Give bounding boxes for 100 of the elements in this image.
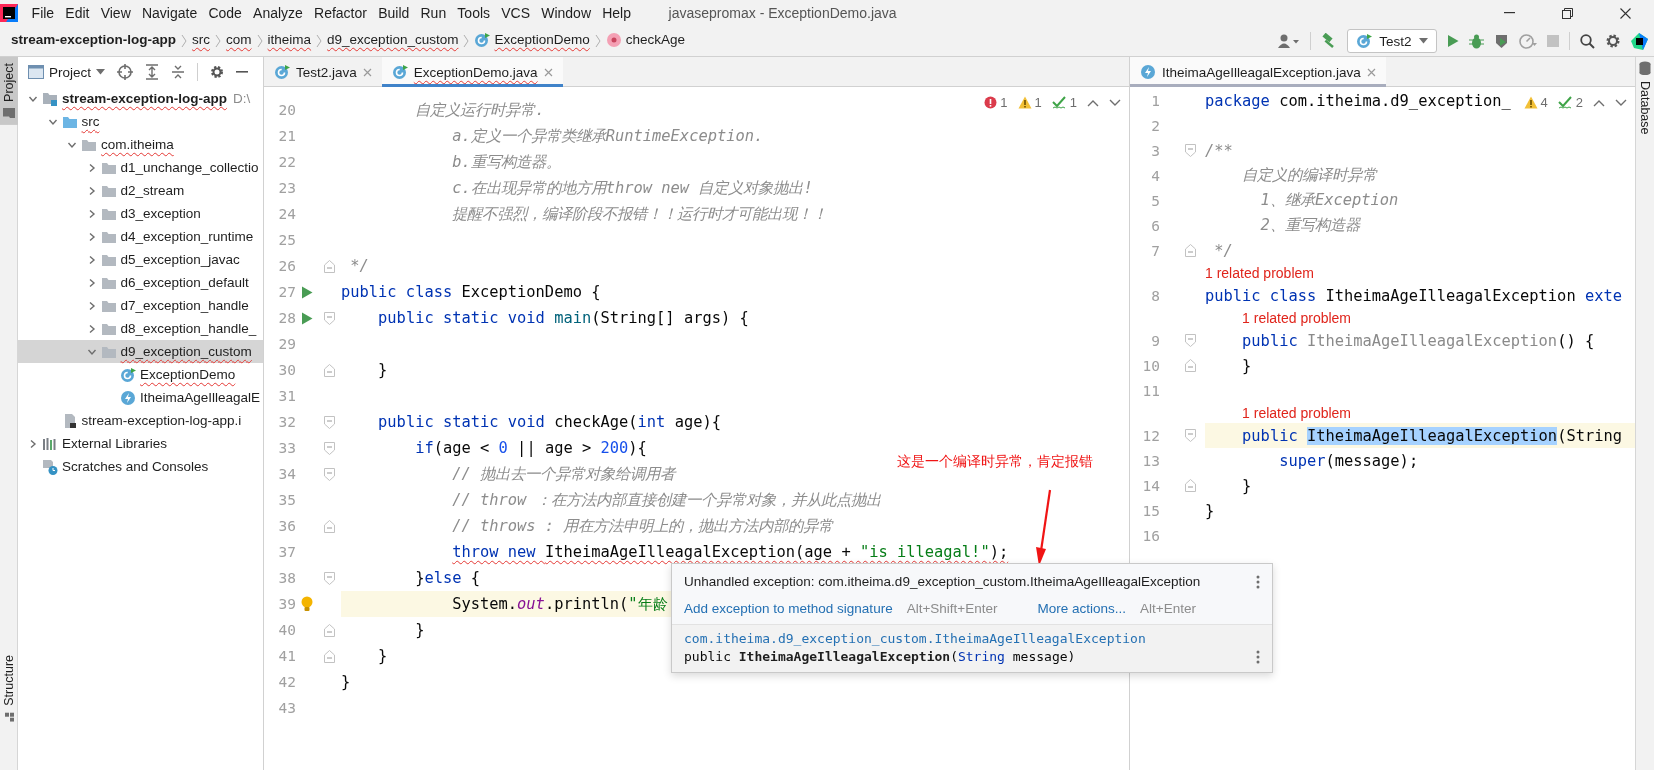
fold-icon[interactable] <box>1185 144 1196 157</box>
menu-item[interactable]: Tools <box>451 5 496 21</box>
menu-item[interactable]: Build <box>372 5 415 21</box>
more-icon[interactable] <box>1256 574 1260 589</box>
menu-item[interactable]: Analyze <box>247 5 309 21</box>
toolbox-icon[interactable] <box>1631 32 1648 50</box>
profiler-icon[interactable] <box>1519 33 1537 49</box>
inspection-counter[interactable]: 2 <box>1557 95 1583 110</box>
fold-icon[interactable] <box>324 311 335 325</box>
fold-icon[interactable] <box>1185 429 1196 442</box>
fold-icon[interactable] <box>1185 334 1196 347</box>
tool-window-tab[interactable]: Structure <box>0 649 18 728</box>
lightbulb-icon[interactable] <box>301 596 313 612</box>
tree-item[interactable]: stream-exception-log-app.i <box>18 409 263 432</box>
tree-item[interactable]: d1_unchange_collectio <box>18 156 263 179</box>
breadcrumb[interactable]: com <box>223 29 255 53</box>
inlay-hint[interactable]: 1 related problem <box>1205 265 1314 281</box>
tree-item[interactable]: ItheimaAgeIlleagalE <box>18 386 263 409</box>
breadcrumb[interactable]: itheima <box>264 29 315 53</box>
fold-icon[interactable] <box>324 571 335 585</box>
breadcrumb[interactable]: checkAge <box>602 28 689 54</box>
bug-icon[interactable] <box>1469 33 1484 49</box>
menu-item[interactable]: Refactor <box>308 5 373 21</box>
fold-icon[interactable] <box>1185 479 1196 492</box>
inlay-hint[interactable]: 1 related problem <box>1242 405 1352 421</box>
search-icon[interactable] <box>1580 33 1595 49</box>
tool-window-tab[interactable]: Project <box>0 57 18 125</box>
close-icon[interactable] <box>1366 67 1376 77</box>
chevron-up-icon[interactable] <box>1593 98 1605 107</box>
fold-icon[interactable] <box>324 441 335 455</box>
user-icon[interactable] <box>1278 34 1300 48</box>
tree-item[interactable]: src <box>18 110 263 133</box>
tree-item[interactable]: d9_exception_custom <box>18 340 263 363</box>
breadcrumb[interactable]: d9_exception_custom <box>324 29 462 53</box>
code-line: 自定义运行时异常. <box>415 99 545 121</box>
inlay-hint[interactable]: 1 related problem <box>1242 310 1352 326</box>
editor-tab[interactable]: Test2.java <box>264 57 382 87</box>
inspection-counter[interactable]: 1 <box>984 95 1008 110</box>
tree-item[interactable]: d2_stream <box>18 179 263 202</box>
close-icon[interactable] <box>362 67 372 77</box>
quick-fix-link[interactable]: Add exception to method signature <box>684 601 893 616</box>
run-icon[interactable] <box>301 285 313 299</box>
run-icon[interactable] <box>1447 34 1459 48</box>
fold-icon[interactable] <box>324 467 335 481</box>
fold-icon[interactable] <box>324 259 335 273</box>
breadcrumb[interactable]: src <box>189 29 214 53</box>
run-icon[interactable] <box>301 311 313 325</box>
menu-item[interactable]: VCS <box>495 5 536 21</box>
more-icon[interactable] <box>1256 649 1260 664</box>
tree-item[interactable]: ExceptionDemo <box>18 363 263 386</box>
menu-item[interactable]: View <box>95 5 137 21</box>
fold-icon[interactable] <box>324 623 335 637</box>
menu-item[interactable]: File <box>26 5 60 21</box>
editor-tab[interactable]: ItheimaAgeIlleagalException.java <box>1130 57 1386 87</box>
settings-icon[interactable] <box>1605 33 1621 49</box>
breadcrumb[interactable]: ExceptionDemo <box>471 28 593 54</box>
menu-item[interactable]: Help <box>596 5 637 21</box>
code-line: 1、继承Exception <box>1260 190 1399 211</box>
inspection-counter[interactable]: 1 <box>1051 95 1077 110</box>
fold-icon[interactable] <box>1185 244 1196 257</box>
tool-window-tab[interactable]: Database <box>1636 57 1654 141</box>
coverage-icon[interactable] <box>1494 33 1509 49</box>
menu-item[interactable]: Code <box>202 5 248 21</box>
minimize-panel-icon[interactable] <box>236 71 249 73</box>
inspection-counter[interactable]: 1 <box>1017 95 1042 110</box>
menu-item[interactable]: Navigate <box>136 5 203 21</box>
fold-icon[interactable] <box>1185 359 1196 372</box>
editor-tab[interactable]: ExceptionDemo.java <box>381 57 563 87</box>
run-config-dropdown[interactable]: Test2 <box>1347 29 1437 53</box>
tree-item[interactable]: d4_exception_runtime <box>18 225 263 248</box>
tree-item[interactable]: Scratches and Consoles <box>18 455 263 478</box>
locate-icon[interactable] <box>117 64 134 80</box>
tree-item[interactable]: d6_exception_default <box>18 271 263 294</box>
tree-item[interactable]: d7_exception_handle <box>18 294 263 317</box>
fold-icon[interactable] <box>324 519 335 533</box>
tree-item[interactable]: d3_exception <box>18 202 263 225</box>
menu-item[interactable]: Edit <box>59 5 96 21</box>
doc-class-name[interactable]: com.itheima.d9_exception_custom.ItheimaAgeIlleagalException <box>684 631 1260 646</box>
menu-item[interactable]: Run <box>414 5 452 21</box>
tree-item[interactable]: External Libraries <box>18 432 263 455</box>
tree-item[interactable]: d8_exception_handle_ <box>18 317 263 340</box>
fold-icon[interactable] <box>324 415 335 429</box>
settings-icon[interactable] <box>210 65 225 79</box>
quick-fix-link[interactable]: More actions... <box>1037 601 1126 616</box>
collapse-all-icon[interactable] <box>171 64 186 80</box>
close-icon[interactable] <box>543 67 553 77</box>
project-view-dropdown[interactable]: Project <box>28 64 106 80</box>
tree-item[interactable]: com.itheima <box>18 133 263 156</box>
menu-item[interactable]: Window <box>535 5 597 21</box>
fold-icon[interactable] <box>324 363 335 377</box>
chevron-up-icon[interactable] <box>1087 98 1099 107</box>
breadcrumb[interactable]: stream-exception-log-app <box>8 29 180 53</box>
fold-icon[interactable] <box>324 649 335 663</box>
chevron-down-icon[interactable] <box>1109 98 1121 107</box>
tree-item[interactable]: stream-exception-log-app D:\ <box>18 87 263 110</box>
chevron-down-icon[interactable] <box>1615 98 1627 107</box>
expand-all-icon[interactable] <box>145 64 160 80</box>
inspection-counter[interactable]: 4 <box>1523 95 1548 110</box>
chevron-right-icon[interactable] <box>28 438 38 449</box>
tree-item[interactable]: d5_exception_javac <box>18 248 263 271</box>
